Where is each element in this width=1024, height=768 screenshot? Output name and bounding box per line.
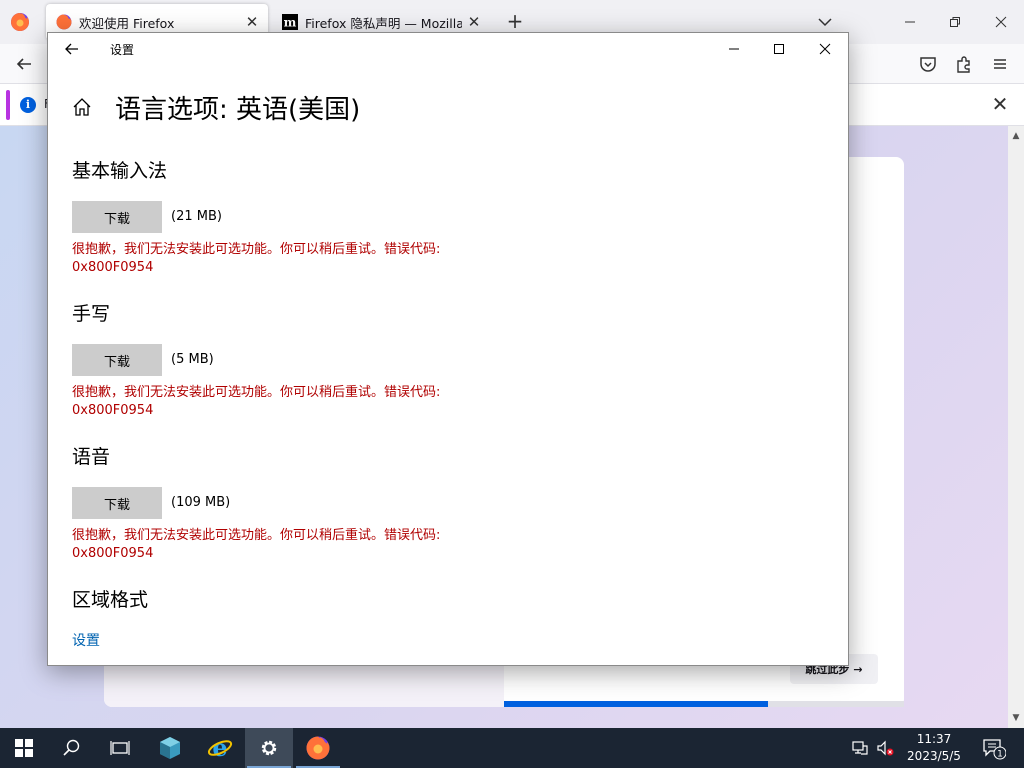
tab-title: 欢迎使用 Firefox bbox=[79, 15, 175, 31]
settings-title-bar: 设置 bbox=[48, 33, 848, 65]
scroll-up-icon[interactable]: ▲ bbox=[1008, 128, 1024, 144]
notification-count: 1 bbox=[997, 750, 1003, 760]
firefox-icon[interactable] bbox=[10, 12, 30, 32]
download-speech-button[interactable]: 下载 bbox=[72, 487, 162, 519]
back-arrow-icon[interactable] bbox=[12, 52, 36, 76]
minimize-icon[interactable] bbox=[900, 12, 920, 32]
taskbar-app-ie[interactable]: e bbox=[196, 728, 244, 768]
welcome-progress-bar bbox=[504, 701, 904, 707]
firefox-icon bbox=[56, 14, 72, 30]
mozilla-m-icon: m bbox=[282, 14, 298, 30]
notification-icon: 1 bbox=[983, 739, 1007, 760]
internet-explorer-icon: e bbox=[207, 735, 233, 761]
cube-app-icon bbox=[160, 737, 180, 759]
download-basic-typing-button[interactable]: 下载 bbox=[72, 201, 162, 233]
task-view-icon bbox=[110, 741, 130, 755]
search-button[interactable] bbox=[48, 728, 96, 768]
back-arrow-icon[interactable] bbox=[62, 39, 82, 59]
tab-title: Firefox 隐私声明 — Mozilla bbox=[305, 15, 462, 31]
pocket-icon[interactable] bbox=[918, 54, 938, 74]
volume-muted-icon[interactable] bbox=[875, 738, 895, 758]
action-center-button[interactable]: 1 bbox=[980, 736, 1007, 760]
welcome-progress-fill bbox=[504, 701, 768, 707]
svg-text:e: e bbox=[212, 735, 227, 761]
notification-accent bbox=[6, 90, 10, 120]
taskbar-app-cube[interactable] bbox=[146, 728, 194, 768]
chevron-down-icon[interactable] bbox=[815, 12, 835, 32]
error-message: 很抱歉，我们无法安装此可选功能。你可以稍后重试。错误代码: 0x800F0954 bbox=[72, 385, 441, 418]
close-tab-icon[interactable]: ✕ bbox=[240, 13, 264, 31]
download-handwriting-button[interactable]: 下载 bbox=[72, 344, 162, 376]
search-icon bbox=[63, 739, 80, 756]
settings-gear-icon bbox=[261, 740, 277, 756]
extensions-icon[interactable] bbox=[954, 54, 974, 74]
settings-window: 设置 语言选项: 英语(美国) 基本输入法 下载 (21 MB) 很抱歉，我们无… bbox=[47, 32, 849, 666]
close-notification-icon[interactable]: ✕ bbox=[988, 92, 1012, 116]
task-view-button[interactable] bbox=[96, 728, 144, 768]
page-scrollbar[interactable]: ▲ ▼ bbox=[1008, 126, 1024, 728]
close-icon[interactable] bbox=[991, 12, 1011, 32]
page-title: 语言选项: 英语(美国) bbox=[115, 95, 361, 125]
clock-time: 11:37 bbox=[916, 732, 952, 746]
clock-date: 2023/5/5 bbox=[907, 749, 961, 763]
taskbar-app-firefox[interactable] bbox=[294, 728, 342, 768]
firefox-icon bbox=[306, 736, 330, 760]
info-icon: i bbox=[20, 97, 36, 113]
restore-icon[interactable] bbox=[945, 12, 965, 32]
section-title-speech: 语音 bbox=[72, 446, 111, 468]
network-icon[interactable] bbox=[851, 738, 871, 758]
system-clock[interactable]: 11:37 2023/5/5 bbox=[900, 731, 968, 765]
taskbar-app-settings[interactable] bbox=[245, 728, 293, 768]
minimize-icon[interactable] bbox=[724, 39, 744, 59]
section-title-basic-typing: 基本输入法 bbox=[72, 160, 168, 182]
scroll-down-icon[interactable]: ▼ bbox=[1008, 710, 1024, 726]
error-message: 很抱歉，我们无法安装此可选功能。你可以稍后重试。错误代码: 0x800F0954 bbox=[72, 242, 441, 275]
section-title-region-format: 区域格式 bbox=[72, 589, 149, 611]
download-size: (5 MB) bbox=[171, 352, 214, 367]
maximize-icon[interactable] bbox=[769, 39, 789, 59]
window-title: 设置 bbox=[110, 43, 135, 57]
error-message: 很抱歉，我们无法安装此可选功能。你可以稍后重试。错误代码: 0x800F0954 bbox=[72, 528, 441, 561]
new-tab-button[interactable]: + bbox=[503, 10, 527, 34]
windows-start-icon bbox=[15, 739, 33, 757]
close-tab-icon[interactable]: ✕ bbox=[462, 13, 486, 31]
taskbar: e 11:37 2023/5/5 1 bbox=[0, 728, 1024, 768]
close-icon[interactable] bbox=[815, 39, 835, 59]
download-size: (109 MB) bbox=[171, 495, 231, 510]
section-title-handwriting: 手写 bbox=[72, 303, 111, 325]
svg-text:m: m bbox=[284, 16, 297, 30]
arrow-right-icon: → bbox=[853, 662, 863, 676]
region-settings-link[interactable]: 设置 bbox=[72, 630, 100, 650]
menu-icon[interactable] bbox=[990, 54, 1010, 74]
windows-start-button[interactable] bbox=[0, 728, 48, 768]
download-size: (21 MB) bbox=[171, 209, 222, 224]
home-icon[interactable] bbox=[71, 96, 93, 118]
